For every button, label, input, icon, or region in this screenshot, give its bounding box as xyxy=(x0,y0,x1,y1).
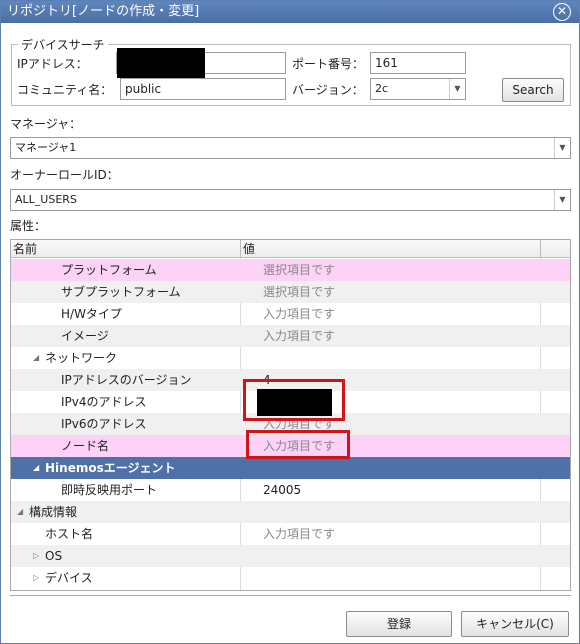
row-value: 入力項目です xyxy=(263,329,336,343)
collapse-triangle-icon[interactable]: ▷ xyxy=(33,567,39,589)
row-name: 構成情報 xyxy=(29,505,78,519)
ip-address-label: IPアドレス： xyxy=(17,57,88,71)
owner-role-value: ALL_USERS xyxy=(15,193,77,206)
version-value: 2c xyxy=(375,82,389,95)
collapse-triangle-icon[interactable]: ▷ xyxy=(33,545,39,567)
table-row[interactable]: イメージ 入力項目です xyxy=(11,325,570,347)
table-row[interactable]: ホスト名 入力項目です xyxy=(11,523,570,545)
manager-select[interactable]: マネージャ1 ▼ xyxy=(10,137,571,159)
column-header-name[interactable]: 名前 xyxy=(11,240,241,258)
highlight-box-node-name xyxy=(246,430,350,459)
table-row[interactable]: 即時反映用ポート 24005 xyxy=(11,479,570,501)
version-label: バージョン： xyxy=(292,83,364,97)
row-name: IPv4のアドレス xyxy=(61,395,147,409)
repository-node-dialog: リポジトリ[ノードの作成・変更] ✕ デバイスサーチ IPアドレス： ポート番号… xyxy=(0,0,580,644)
chevron-down-icon[interactable]: ▼ xyxy=(554,190,570,210)
expand-triangle-icon[interactable]: ◢ xyxy=(17,501,23,523)
row-value: 入力項目です xyxy=(263,307,336,321)
row-name: サブプラットフォーム xyxy=(61,285,181,299)
row-name: イメージ xyxy=(61,329,109,343)
row-name: IPアドレスのバージョン xyxy=(61,373,192,387)
row-value: 選択項目です xyxy=(263,263,336,277)
table-row[interactable]: プラットフォーム 選択項目です xyxy=(11,259,570,281)
version-select[interactable]: 2c ▼ xyxy=(370,78,466,100)
owner-role-label: オーナーロールID： xyxy=(10,168,119,182)
table-row[interactable]: ◢ 構成情報 xyxy=(11,501,570,523)
table-row[interactable]: ◢ ネットワーク xyxy=(11,347,570,369)
cancel-button[interactable]: キャンセル(C) xyxy=(461,611,569,637)
dialog-title: リポジトリ[ノードの作成・変更] xyxy=(7,4,200,19)
row-name: デバイス xyxy=(45,571,93,585)
manager-label: マネージャ： xyxy=(10,117,82,131)
table-header: 名前 値 xyxy=(11,240,570,258)
table-row[interactable]: サブプラットフォーム 選択項目です xyxy=(11,281,570,303)
manager-value: マネージャ1 xyxy=(15,141,77,154)
community-label: コミュニティ名： xyxy=(17,83,113,97)
owner-role-select[interactable]: ALL_USERS ▼ xyxy=(10,189,571,211)
port-label: ポート番号： xyxy=(292,57,365,71)
row-name: ノード名 xyxy=(61,439,110,453)
row-value: 入力項目です xyxy=(263,527,336,541)
row-name: Hinemosエージェント xyxy=(45,461,176,475)
row-name: ネットワーク xyxy=(45,351,118,365)
table-row[interactable]: H/Wタイプ 入力項目です xyxy=(11,303,570,325)
table-row[interactable]: ▷ デバイス xyxy=(11,567,570,589)
row-name: OS xyxy=(45,549,63,563)
row-name: ホスト名 xyxy=(45,527,94,541)
chevron-down-icon[interactable]: ▼ xyxy=(449,79,465,99)
row-name: IPv6のアドレス xyxy=(61,417,147,431)
port-field[interactable]: 161 xyxy=(370,52,466,74)
expand-triangle-icon[interactable]: ◢ xyxy=(33,457,39,479)
table-row[interactable]: ▷ OS xyxy=(11,545,570,567)
attributes-label: 属性： xyxy=(10,219,47,233)
search-button[interactable]: Search xyxy=(502,78,564,102)
column-header-value[interactable]: 値 xyxy=(241,240,541,258)
footer-divider xyxy=(10,595,571,596)
register-button[interactable]: 登録 xyxy=(346,611,452,637)
row-name: 即時反映用ポート xyxy=(61,483,158,497)
row-value: 選択項目です xyxy=(263,285,336,299)
expand-triangle-icon[interactable]: ◢ xyxy=(33,347,39,369)
row-value: 24005 xyxy=(263,483,302,497)
dialog-title-bar: リポジトリ[ノードの作成・変更] xyxy=(1,1,579,23)
device-search-legend: デバイスサーチ xyxy=(21,38,105,52)
row-name: プラットフォーム xyxy=(61,263,157,277)
close-icon[interactable]: ✕ xyxy=(553,3,571,21)
community-field[interactable]: public xyxy=(120,78,286,100)
highlight-box-ipv4 xyxy=(243,379,345,421)
redacted-ip-block xyxy=(117,48,205,78)
chevron-down-icon[interactable]: ▼ xyxy=(554,138,570,158)
table-row-selected[interactable]: ◢ Hinemosエージェント xyxy=(11,457,570,479)
row-name: H/Wタイプ xyxy=(61,307,122,321)
